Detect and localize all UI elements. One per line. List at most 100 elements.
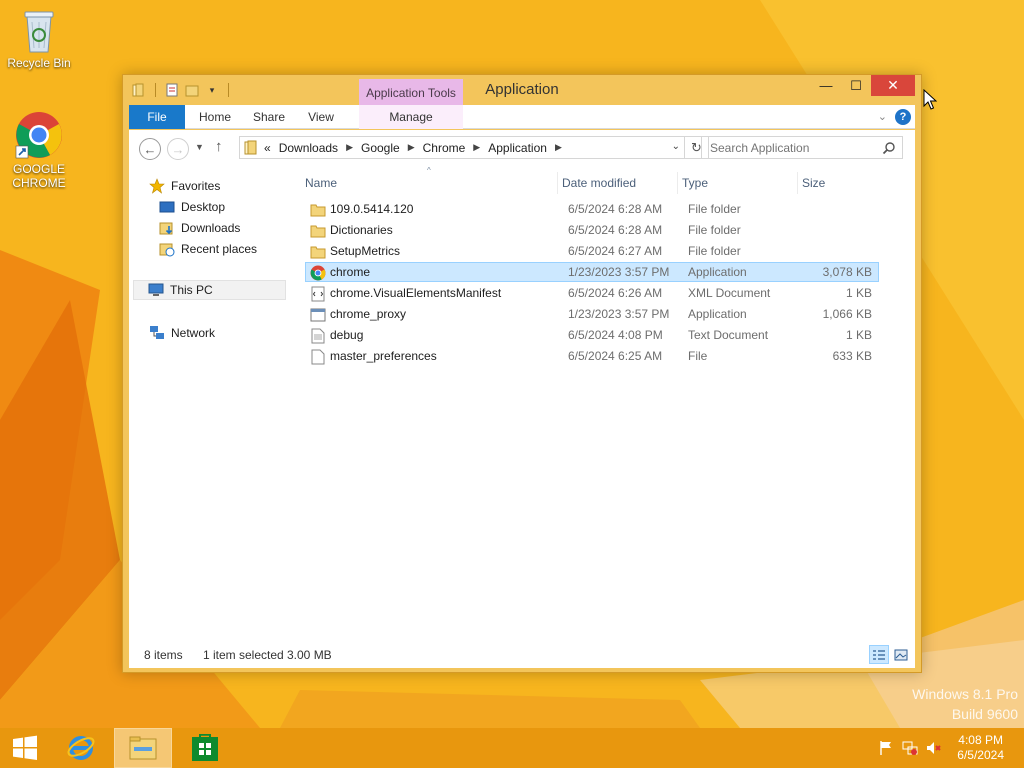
taskbar-clock[interactable]: 4:08 PM 6/5/2024 bbox=[957, 733, 1004, 763]
file-date: 6/5/2024 4:08 PM bbox=[568, 328, 663, 342]
back-button[interactable]: ← bbox=[139, 138, 161, 160]
minimize-button[interactable]: — bbox=[811, 75, 841, 96]
large-icons-view-button[interactable] bbox=[891, 645, 911, 664]
tab-file[interactable]: File bbox=[129, 105, 185, 129]
file-date: 6/5/2024 6:25 AM bbox=[568, 349, 663, 363]
details-view-icon bbox=[873, 649, 885, 660]
explorer-content: Favorites Desktop Downloads Recent place… bbox=[129, 166, 915, 642]
search-input[interactable] bbox=[710, 140, 870, 155]
system-tray: 4:08 PM 6/5/2024 bbox=[864, 728, 1024, 768]
folder-icon bbox=[310, 246, 326, 259]
file-date: 6/5/2024 6:28 AM bbox=[568, 202, 663, 216]
recent-locations-dropdown-icon[interactable]: ▼ bbox=[195, 142, 204, 152]
chevron-right-icon[interactable]: ▶ bbox=[469, 142, 484, 153]
address-bar[interactable]: « Downloads ▶ Google ▶ Chrome ▶ Applicat… bbox=[239, 136, 685, 159]
breadcrumb-overflow[interactable]: « bbox=[260, 141, 275, 155]
maximize-button[interactable]: ☐ bbox=[841, 75, 871, 96]
ribbon-tab-strip: File Home Share View Manage ⌄ ? bbox=[129, 105, 915, 129]
up-one-level-button[interactable]: ↑ bbox=[215, 138, 223, 155]
downloads-folder-icon bbox=[159, 222, 173, 235]
taskbar-store[interactable] bbox=[182, 728, 228, 768]
tab-manage[interactable]: Manage bbox=[359, 105, 463, 129]
file-row[interactable]: debug 6/5/2024 4:08 PM Text Document 1 K… bbox=[305, 325, 879, 345]
file-row[interactable]: master_preferences 6/5/2024 6:25 AM File… bbox=[305, 346, 879, 366]
tab-share[interactable]: Share bbox=[245, 105, 293, 129]
file-name: 109.0.5414.120 bbox=[330, 202, 414, 216]
breadcrumb-chrome[interactable]: Chrome bbox=[419, 141, 470, 155]
nav-desktop[interactable]: Desktop bbox=[159, 197, 225, 217]
file-row[interactable]: 109.0.5414.120 6/5/2024 6:28 AM File fol… bbox=[305, 199, 879, 219]
application-icon bbox=[310, 308, 326, 322]
tab-home[interactable]: Home bbox=[191, 105, 239, 129]
nav-favorites-label: Favorites bbox=[171, 179, 221, 193]
nav-recent-places-label: Recent places bbox=[181, 242, 258, 256]
chevron-right-icon[interactable]: ▶ bbox=[404, 142, 419, 153]
file-date: 6/5/2024 6:28 AM bbox=[568, 223, 663, 237]
star-icon bbox=[149, 178, 165, 194]
large-icons-view-icon bbox=[894, 649, 908, 660]
close-icon: ✕ bbox=[887, 77, 899, 93]
breadcrumb-google[interactable]: Google bbox=[357, 141, 404, 155]
taskbar-internet-explorer[interactable] bbox=[58, 728, 104, 768]
file-name: Dictionaries bbox=[330, 223, 393, 237]
item-count: 8 items bbox=[144, 648, 183, 662]
recent-places-icon bbox=[159, 243, 175, 257]
window-controls: — ☐ ✕ bbox=[811, 75, 915, 96]
tab-view[interactable]: View bbox=[301, 105, 341, 129]
chevron-right-icon[interactable]: ▶ bbox=[551, 142, 566, 153]
file-row[interactable]: chrome.VisualElementsManifest 6/5/2024 6… bbox=[305, 283, 879, 303]
chevron-down-icon[interactable]: ⌄ bbox=[672, 141, 680, 152]
search-box[interactable] bbox=[701, 136, 903, 159]
file-type: XML Document bbox=[688, 286, 771, 300]
file-list: ^ Name Date modified Type Size 109.0.541… bbox=[301, 166, 915, 642]
file-type: File bbox=[688, 349, 708, 363]
details-view-button[interactable] bbox=[869, 645, 889, 664]
file-row[interactable]: SetupMetrics 6/5/2024 6:27 AM File folde… bbox=[305, 241, 879, 261]
file-name: chrome.VisualElementsManifest bbox=[330, 286, 502, 300]
file-row[interactable]: Dictionaries 6/5/2024 6:28 AM File folde… bbox=[305, 220, 879, 240]
watermark-edition: Windows 8.1 Pro bbox=[912, 686, 1018, 702]
desktop-icon bbox=[159, 201, 175, 213]
close-button[interactable]: ✕ bbox=[871, 75, 915, 96]
forward-button[interactable]: → bbox=[167, 138, 189, 160]
breadcrumb: « Downloads ▶ Google ▶ Chrome ▶ Applicat… bbox=[260, 141, 566, 155]
desktop-icon-recycle-bin[interactable]: Recycle Bin bbox=[1, 6, 77, 70]
nav-recent-places[interactable]: Recent places bbox=[159, 239, 257, 259]
windows-logo-icon bbox=[13, 735, 37, 760]
file-type: File folder bbox=[688, 244, 741, 258]
nav-downloads[interactable]: Downloads bbox=[159, 218, 240, 238]
nav-network[interactable]: Network bbox=[149, 323, 215, 343]
column-header-date-modified[interactable]: Date modified bbox=[557, 172, 677, 194]
explorer-window[interactable]: ▾ Application Tools Application — ☐ ✕ Fi… bbox=[122, 74, 922, 673]
file-explorer-icon bbox=[129, 736, 157, 760]
action-center-flag-icon[interactable] bbox=[878, 740, 894, 756]
chevron-right-icon[interactable]: ▶ bbox=[342, 142, 357, 153]
column-header-type[interactable]: Type bbox=[677, 172, 797, 194]
title-bar[interactable]: ▾ Application Tools Application — ☐ ✕ bbox=[123, 75, 921, 106]
navigation-pane: Favorites Desktop Downloads Recent place… bbox=[129, 166, 289, 642]
nav-desktop-label: Desktop bbox=[181, 200, 226, 214]
file-name: debug bbox=[330, 328, 364, 342]
taskbar: 4:08 PM 6/5/2024 bbox=[0, 728, 1024, 768]
column-header-name[interactable]: Name bbox=[301, 172, 559, 194]
file-type: Application bbox=[688, 307, 747, 321]
expand-ribbon-icon[interactable]: ⌄ bbox=[878, 110, 887, 123]
network-status-icon[interactable] bbox=[902, 740, 918, 756]
breadcrumb-application[interactable]: Application bbox=[484, 141, 551, 155]
desktop-icon-google-chrome[interactable]: GOOGLE CHROME bbox=[1, 110, 77, 190]
breadcrumb-downloads[interactable]: Downloads bbox=[275, 141, 342, 155]
nav-this-pc[interactable]: This PC bbox=[133, 280, 286, 300]
nav-favorites[interactable]: Favorites bbox=[149, 176, 220, 196]
volume-muted-icon[interactable] bbox=[926, 740, 942, 756]
column-header-size[interactable]: Size bbox=[797, 172, 877, 194]
start-button[interactable] bbox=[0, 728, 50, 768]
help-icon[interactable]: ? bbox=[895, 109, 911, 125]
file-date: 6/5/2024 6:26 AM bbox=[568, 286, 663, 300]
file-row-selected[interactable]: chrome 1/23/2023 3:57 PM Application 3,0… bbox=[305, 262, 879, 282]
file-row[interactable]: chrome_proxy 1/23/2023 3:57 PM Applicati… bbox=[305, 304, 879, 324]
search-icon[interactable] bbox=[882, 141, 896, 155]
taskbar-file-explorer[interactable] bbox=[114, 728, 172, 768]
windows-build-watermark: Windows 8.1 Pro Build 9600 bbox=[912, 684, 1018, 724]
arrow-right-icon: → bbox=[171, 141, 185, 157]
status-bar: 8 items 1 item selected 3.00 MB bbox=[129, 642, 915, 668]
